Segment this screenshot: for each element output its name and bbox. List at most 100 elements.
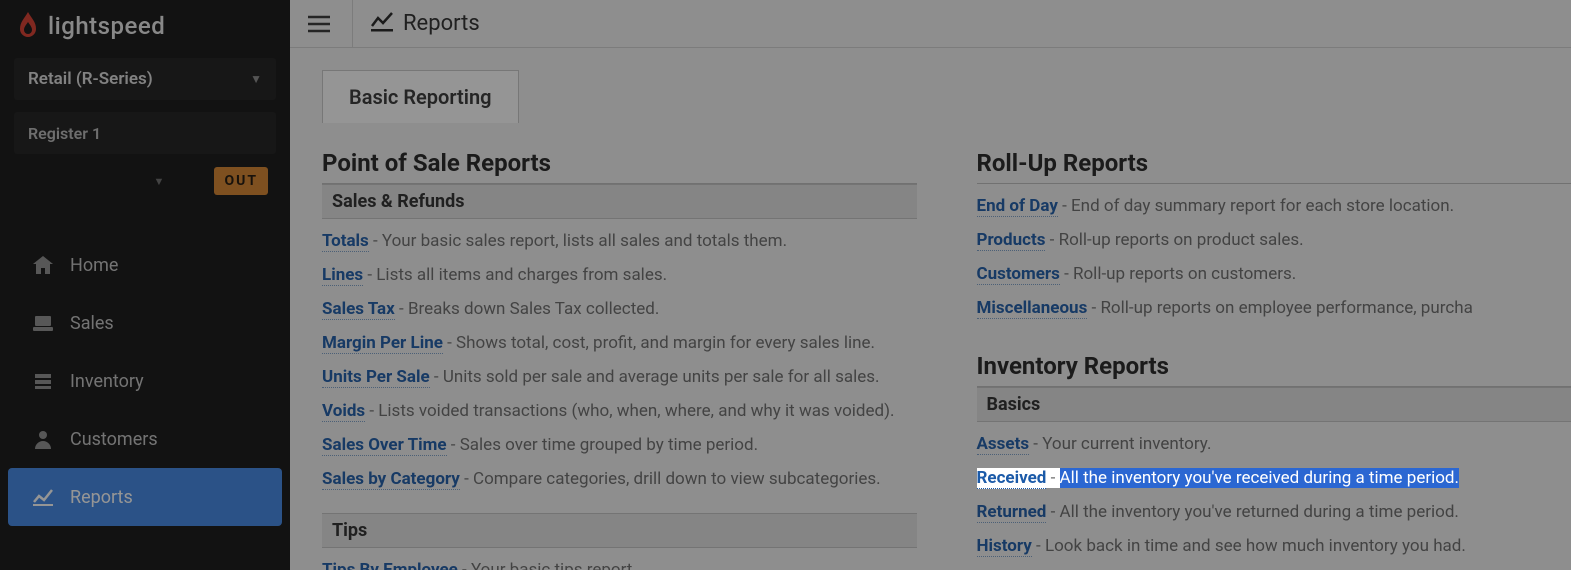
- report-line-highlighted: Received - All the inventory you've rece…: [977, 462, 1571, 496]
- report-line: Voids - Lists voided transactions (who, …: [322, 395, 917, 429]
- sidebar-item-customers[interactable]: Customers: [8, 410, 282, 468]
- report-list-inventory: Assets - Your current inventory. Receive…: [977, 422, 1571, 570]
- report-line: Units Per Sale - Units sold per sale and…: [322, 361, 917, 395]
- report-desc: Compare categories, drill down to view s…: [473, 469, 881, 489]
- home-icon: [30, 256, 56, 274]
- report-link-miscellaneous[interactable]: Miscellaneous: [977, 298, 1088, 319]
- report-line: Assets - Your current inventory.: [977, 428, 1571, 462]
- sidebar-item-reports[interactable]: Reports: [8, 468, 282, 526]
- report-link-products[interactable]: Products: [977, 230, 1046, 251]
- report-desc: Roll-up reports on customers.: [1073, 264, 1296, 284]
- report-line: History - Look back in time and see how …: [977, 530, 1571, 564]
- report-line: Customers - Roll-up reports on customers…: [977, 258, 1571, 292]
- divider: [352, 0, 353, 48]
- subhead-basics: Basics: [977, 387, 1571, 422]
- report-desc: Breaks down Sales Tax collected.: [408, 299, 659, 319]
- brand-logo: lightspeed: [0, 0, 290, 52]
- report-desc: Lists all items and charges from sales.: [376, 265, 667, 285]
- inventory-icon: [30, 372, 56, 390]
- report-list-rollup: End of Day - End of day summary report f…: [977, 184, 1571, 342]
- report-line: End of Day - End of day summary report f…: [977, 190, 1571, 224]
- page-title: Reports: [403, 11, 480, 36]
- report-desc: Your basic tips report.: [471, 560, 637, 570]
- report-link-end-of-day[interactable]: End of Day: [977, 196, 1058, 217]
- report-link-units-per-sale[interactable]: Units Per Sale: [322, 367, 430, 388]
- report-link-returned[interactable]: Returned: [977, 502, 1047, 523]
- main: Reports Basic Reporting Point of Sale Re…: [290, 0, 1571, 570]
- clock-row: ▼ OUT: [14, 160, 276, 202]
- report-link-voids[interactable]: Voids: [322, 401, 365, 422]
- report-line: Products - Roll-up reports on product sa…: [977, 224, 1571, 258]
- report-link-history[interactable]: History: [977, 536, 1032, 557]
- report-desc: Your basic sales report, lists all sales…: [382, 231, 787, 251]
- sidebar-item-label: Inventory: [70, 371, 144, 392]
- report-link-sales-by-category[interactable]: Sales by Category: [322, 469, 460, 490]
- report-line: Sales by Category - Compare categories, …: [322, 463, 917, 497]
- subhead-sales-refunds: Sales & Refunds: [322, 184, 917, 219]
- sidebar-item-label: Customers: [70, 429, 158, 450]
- section-title-inventory: Inventory Reports: [977, 352, 1571, 380]
- chevron-down-icon: ▼: [250, 72, 262, 86]
- chevron-down-icon[interactable]: ▼: [154, 175, 165, 188]
- report-desc: End of day summary report for each store…: [1071, 196, 1454, 216]
- report-list-sales: Totals - Your basic sales report, lists …: [322, 219, 917, 513]
- report-desc: Shows total, cost, profit, and margin fo…: [456, 333, 875, 353]
- sidebar-item-label: Home: [70, 255, 118, 276]
- sidebar-nav: Home Sales Inventory Customers Reports: [0, 236, 290, 526]
- left-column: Point of Sale Reports Sales & Refunds To…: [322, 149, 917, 570]
- report-link-totals[interactable]: Totals: [322, 231, 369, 252]
- section-title-rollup: Roll-Up Reports: [977, 149, 1571, 177]
- report-desc: Roll-up reports on product sales.: [1059, 230, 1304, 250]
- sidebar: lightspeed Retail (R-Series) ▼ Register …: [0, 0, 290, 570]
- report-desc: Roll-up reports on employee performance,…: [1100, 298, 1472, 318]
- report-line: Sales Tax - Breaks down Sales Tax collec…: [322, 293, 917, 327]
- report-desc: Your current inventory.: [1042, 434, 1211, 454]
- columns: Point of Sale Reports Sales & Refunds To…: [322, 149, 1571, 570]
- register-label: Register 1: [28, 124, 101, 143]
- report-link-sales-over-time[interactable]: Sales Over Time: [322, 435, 447, 456]
- sidebar-item-inventory[interactable]: Inventory: [8, 352, 282, 410]
- report-link-received[interactable]: Received: [977, 468, 1047, 489]
- brand-name: lightspeed: [48, 12, 165, 40]
- hamburger-icon[interactable]: [304, 9, 334, 39]
- report-desc: Lists voided transactions (who, when, wh…: [378, 401, 894, 421]
- content: Basic Reporting Point of Sale Reports Sa…: [290, 48, 1571, 570]
- report-line: Tips By Employee - Your basic tips repor…: [322, 554, 917, 570]
- subhead-tips: Tips: [322, 513, 917, 548]
- user-icon: [30, 429, 56, 449]
- report-desc: All the inventory you've received during…: [1060, 468, 1460, 488]
- report-link-margin-per-line[interactable]: Margin Per Line: [322, 333, 443, 354]
- report-desc: Sales over time grouped by time period.: [460, 435, 758, 455]
- product-selector-label: Retail (R-Series): [28, 69, 153, 89]
- sidebar-item-home[interactable]: Home: [8, 236, 282, 294]
- chart-icon: [371, 12, 393, 36]
- section-title-pos: Point of Sale Reports: [322, 149, 917, 177]
- register-selector[interactable]: Register 1: [14, 112, 276, 154]
- report-list-tips: Tips By Employee - Your basic tips repor…: [322, 548, 917, 570]
- sidebar-item-sales[interactable]: Sales: [8, 294, 282, 352]
- sidebar-item-label: Sales: [70, 313, 114, 334]
- chart-icon: [30, 488, 56, 506]
- report-link-assets[interactable]: Assets: [977, 434, 1030, 455]
- report-line: Returned - All the inventory you've retu…: [977, 496, 1571, 530]
- report-link-customers-rollup[interactable]: Customers: [977, 264, 1060, 285]
- report-line: Margin Per Line - Shows total, cost, pro…: [322, 327, 917, 361]
- right-column: Roll-Up Reports End of Day - End of day …: [977, 149, 1571, 570]
- topbar: Reports: [290, 0, 1571, 48]
- sidebar-item-label: Reports: [70, 487, 133, 508]
- report-link-tips-by-employee[interactable]: Tips By Employee: [322, 560, 458, 570]
- out-button[interactable]: OUT: [214, 167, 268, 195]
- report-line: Miscellaneous - Roll-up reports on emplo…: [977, 292, 1571, 326]
- flame-icon: [16, 12, 40, 40]
- product-selector[interactable]: Retail (R-Series) ▼: [14, 58, 276, 100]
- tab-basic-reporting[interactable]: Basic Reporting: [322, 70, 519, 123]
- report-desc: All the inventory you've returned during…: [1060, 502, 1459, 522]
- report-desc: Look back in time and see how much inven…: [1045, 536, 1466, 556]
- report-link-lines[interactable]: Lines: [322, 265, 363, 286]
- report-link-sales-tax[interactable]: Sales Tax: [322, 299, 395, 320]
- report-line: Lines - Lists all items and charges from…: [322, 259, 917, 293]
- report-line: Totals - Your basic sales report, lists …: [322, 225, 917, 259]
- report-line: Sales Over Time - Sales over time groupe…: [322, 429, 917, 463]
- register-icon: [30, 314, 56, 332]
- report-desc: Units sold per sale and average units pe…: [443, 367, 880, 387]
